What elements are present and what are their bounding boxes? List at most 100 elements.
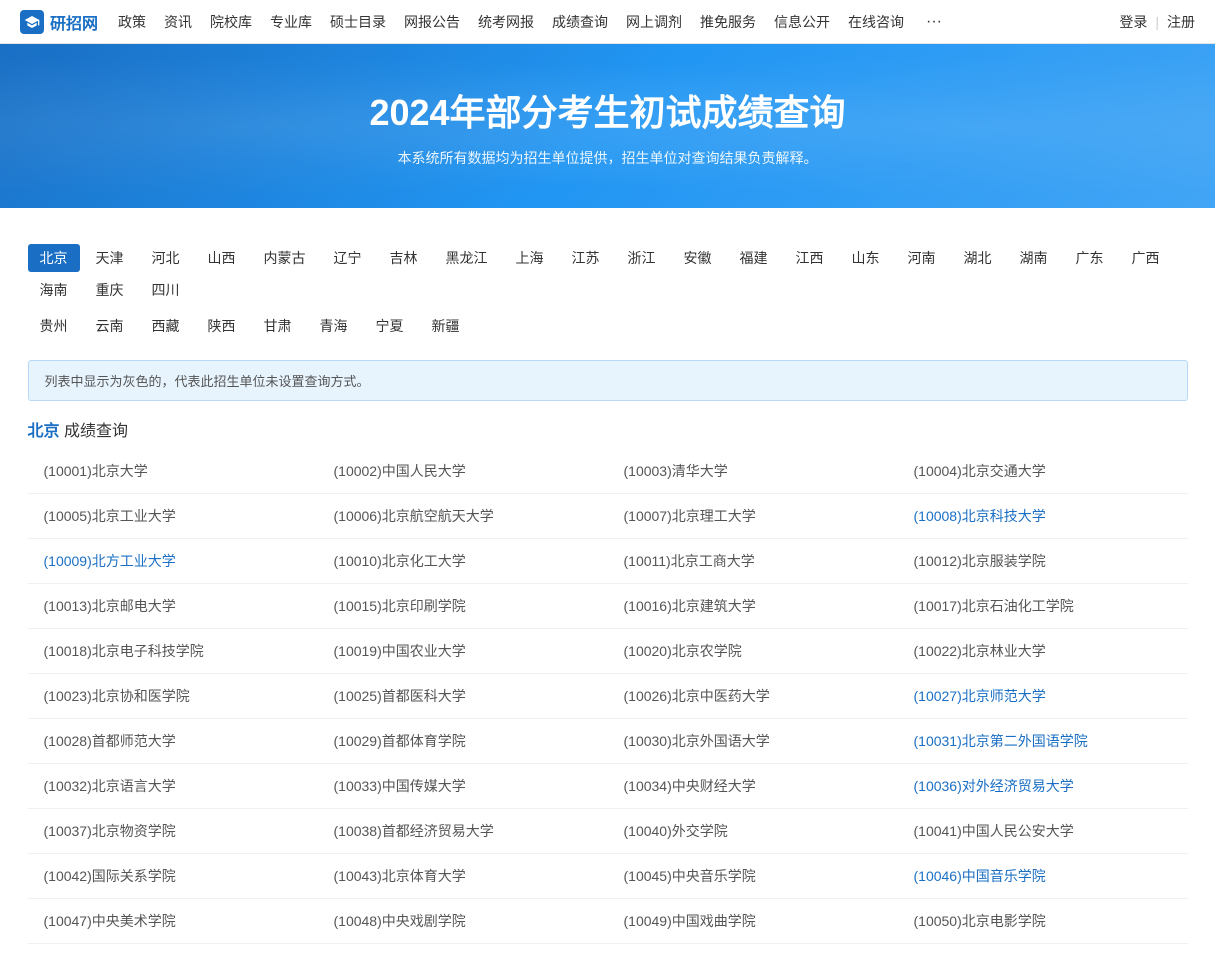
nav-scores[interactable]: 成绩查询	[552, 12, 608, 32]
university-cell: (10045)中央音乐学院	[608, 854, 898, 899]
nav-news[interactable]: 资讯	[164, 12, 192, 32]
university-cell: (10017)北京石油化工学院	[898, 584, 1188, 629]
region-tab-guangxi[interactable]: 广西	[1120, 244, 1172, 272]
university-cell: (10038)首都经济贸易大学	[318, 809, 608, 854]
university-cell: (10048)中央戏剧学院	[318, 899, 608, 944]
university-cell: (10018)北京电子科技学院	[28, 629, 318, 674]
region-tab-shanghai[interactable]: 上海	[504, 244, 556, 272]
university-cell: (10026)北京中医药大学	[608, 674, 898, 719]
hero-banner: 2024年部分考生初试成绩查询 本系统所有数据均为招生单位提供，招生单位对查询结…	[0, 44, 1215, 208]
table-row: (10018)北京电子科技学院(10019)中国农业大学(10020)北京农学院…	[28, 629, 1188, 674]
region-tab-jilin[interactable]: 吉林	[378, 244, 430, 272]
university-cell: (10030)北京外国语大学	[608, 719, 898, 764]
region-tab-shandong[interactable]: 山东	[840, 244, 892, 272]
nav-schools[interactable]: 院校库	[210, 12, 252, 32]
site-logo[interactable]: 研招网	[20, 10, 98, 34]
region-tabs-2: 贵州 云南 西藏 陕西 甘肃 青海 宁夏 新疆	[28, 312, 1188, 348]
nav-bar: 研招网 政策 资讯 院校库 专业库 硕士目录 网报公告 统考网报 成绩查询 网上…	[0, 0, 1215, 44]
university-cell: (10004)北京交通大学	[898, 449, 1188, 494]
university-cell-link[interactable]: (10009)北方工业大学	[28, 539, 318, 584]
table-row: (10001)北京大学(10002)中国人民大学(10003)清华大学(1000…	[28, 449, 1188, 494]
university-cell: (10003)清华大学	[608, 449, 898, 494]
main-content: 北京 天津 河北 山西 内蒙古 辽宁 吉林 黑龙江 上海 江苏 浙江 安徽 福建…	[8, 208, 1208, 964]
nav-catalog[interactable]: 硕士目录	[330, 12, 386, 32]
region-tab-fujian[interactable]: 福建	[728, 244, 780, 272]
university-cell: (10022)北京林业大学	[898, 629, 1188, 674]
university-link[interactable]: (10031)北京第二外国语学院	[914, 733, 1088, 749]
university-cell: (10001)北京大学	[28, 449, 318, 494]
university-link[interactable]: (10008)北京科技大学	[914, 508, 1046, 524]
university-cell: (10042)国际关系学院	[28, 854, 318, 899]
nav-policy[interactable]: 政策	[118, 12, 146, 32]
region-tab-chongqing[interactable]: 重庆	[84, 276, 136, 304]
region-tab-xizang[interactable]: 西藏	[140, 312, 192, 340]
university-cell: (10025)首都医科大学	[318, 674, 608, 719]
university-cell: (10006)北京航空航天大学	[318, 494, 608, 539]
university-link[interactable]: (10046)中国音乐学院	[914, 868, 1046, 884]
university-cell-link[interactable]: (10036)对外经济贸易大学	[898, 764, 1188, 809]
register-link[interactable]: 注册	[1167, 12, 1195, 32]
region-tab-guizhou[interactable]: 贵州	[28, 312, 80, 340]
table-row: (10047)中央美术学院(10048)中央戏剧学院(10049)中国戏曲学院(…	[28, 899, 1188, 944]
university-cell: (10007)北京理工大学	[608, 494, 898, 539]
region-tab-yunnan[interactable]: 云南	[84, 312, 136, 340]
university-cell: (10023)北京协和医学院	[28, 674, 318, 719]
region-tab-beijing[interactable]: 北京	[28, 244, 80, 272]
region-tab-sichuan[interactable]: 四川	[140, 276, 192, 304]
region-tab-jiangsu[interactable]: 江苏	[560, 244, 612, 272]
region-tab-zhejiang[interactable]: 浙江	[616, 244, 668, 272]
table-row: (10023)北京协和医学院(10025)首都医科大学(10026)北京中医药大…	[28, 674, 1188, 719]
university-cell: (10028)首都师范大学	[28, 719, 318, 764]
region-tab-hainan[interactable]: 海南	[28, 276, 80, 304]
table-row: (10028)首都师范大学(10029)首都体育学院(10030)北京外国语大学…	[28, 719, 1188, 764]
region-tab-neimenggu[interactable]: 内蒙古	[252, 244, 318, 272]
nav-exam-report[interactable]: 统考网报	[478, 12, 534, 32]
region-tab-qinghai[interactable]: 青海	[308, 312, 360, 340]
table-row: (10005)北京工业大学(10006)北京航空航天大学(10007)北京理工大…	[28, 494, 1188, 539]
university-cell-link[interactable]: (10046)中国音乐学院	[898, 854, 1188, 899]
university-cell: (10016)北京建筑大学	[608, 584, 898, 629]
nav-majors[interactable]: 专业库	[270, 12, 312, 32]
region-tab-anhui[interactable]: 安徽	[672, 244, 724, 272]
hero-subtitle: 本系统所有数据均为招生单位提供，招生单位对查询结果负责解释。	[398, 148, 818, 168]
university-link[interactable]: (10009)北方工业大学	[44, 553, 176, 569]
university-cell-link[interactable]: (10008)北京科技大学	[898, 494, 1188, 539]
university-cell: (10043)北京体育大学	[318, 854, 608, 899]
region-tab-henan[interactable]: 河南	[896, 244, 948, 272]
region-tab-liaoning[interactable]: 辽宁	[322, 244, 374, 272]
logo-icon	[20, 10, 44, 34]
nav-announce[interactable]: 网报公告	[404, 12, 460, 32]
table-row: (10009)北方工业大学(10010)北京化工大学(10011)北京工商大学(…	[28, 539, 1188, 584]
university-cell: (10015)北京印刷学院	[318, 584, 608, 629]
region-tab-xinjiang[interactable]: 新疆	[420, 312, 472, 340]
university-link[interactable]: (10036)对外经济贸易大学	[914, 778, 1074, 794]
university-cell: (10040)外交学院	[608, 809, 898, 854]
region-tab-shaanxi[interactable]: 陕西	[196, 312, 248, 340]
region-tab-hunan[interactable]: 湖南	[1008, 244, 1060, 272]
region-tab-guangdong[interactable]: 广东	[1064, 244, 1116, 272]
nav-more-icon[interactable]: ···	[926, 13, 942, 31]
university-cell: (10029)首都体育学院	[318, 719, 608, 764]
nav-consult[interactable]: 在线咨询	[848, 12, 904, 32]
login-link[interactable]: 登录	[1119, 12, 1147, 32]
region-tab-shanxi[interactable]: 山西	[196, 244, 248, 272]
region-tab-ningxia[interactable]: 宁夏	[364, 312, 416, 340]
university-cell: (10020)北京农学院	[608, 629, 898, 674]
nav-info[interactable]: 信息公开	[774, 12, 830, 32]
table-row: (10037)北京物资学院(10038)首都经济贸易大学(10040)外交学院(…	[28, 809, 1188, 854]
region-tab-tianjin[interactable]: 天津	[84, 244, 136, 272]
info-text: 列表中显示为灰色的，代表此招生单位未设置查询方式。	[45, 374, 370, 389]
region-tab-hubei[interactable]: 湖北	[952, 244, 1004, 272]
table-row: (10032)北京语言大学(10033)中国传媒大学(10034)中央财经大学(…	[28, 764, 1188, 809]
region-tab-jiangxi[interactable]: 江西	[784, 244, 836, 272]
university-cell-link[interactable]: (10027)北京师范大学	[898, 674, 1188, 719]
university-cell: (10049)中国戏曲学院	[608, 899, 898, 944]
nav-adjustment[interactable]: 网上调剂	[626, 12, 682, 32]
region-tab-gansu[interactable]: 甘肃	[252, 312, 304, 340]
university-cell: (10047)中央美术学院	[28, 899, 318, 944]
university-cell-link[interactable]: (10031)北京第二外国语学院	[898, 719, 1188, 764]
nav-exempt[interactable]: 推免服务	[700, 12, 756, 32]
region-tab-hebei[interactable]: 河北	[140, 244, 192, 272]
university-link[interactable]: (10027)北京师范大学	[914, 688, 1046, 704]
region-tab-heilongjiang[interactable]: 黑龙江	[434, 244, 500, 272]
